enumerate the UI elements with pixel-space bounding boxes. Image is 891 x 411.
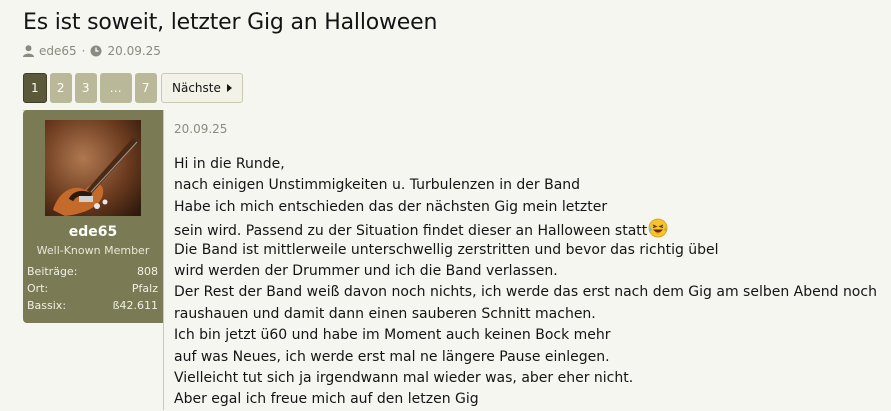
user-avatar[interactable] [45, 120, 141, 216]
page-button-7[interactable]: 7 [134, 73, 157, 103]
stat-label: Ort: [27, 282, 49, 295]
stat-label: Beiträge: [27, 265, 78, 278]
next-page-label: Nächste [172, 81, 221, 95]
thread-date-link[interactable]: 20.09.25 [107, 44, 160, 58]
next-page-button[interactable]: Nächste [161, 73, 243, 103]
user-title: Well-Known Member [36, 244, 150, 257]
caret-right-icon [226, 81, 232, 95]
thread-author-link[interactable]: ede65 [39, 44, 77, 58]
post-body: Hi in die Runde, nach einigen Unstimmigk… [174, 154, 877, 411]
post-line-text: sein wird. Passend zu der Situation find… [174, 223, 648, 240]
user-stat-bassix: Bassix: ß42.611 [27, 299, 158, 312]
user-name-link[interactable]: ede65 [23, 224, 163, 240]
post-line: Der Rest der Band weiß davon noch nichts… [174, 284, 877, 301]
post-line: Ich bin jetzt ü60 und habe im Moment auc… [174, 327, 611, 344]
stat-value[interactable]: 808 [137, 265, 158, 278]
thread-title: Es ist soweit, letzter Gig an Halloween [23, 10, 438, 35]
user-stat-location: Ort: Pfalz [27, 282, 158, 295]
thread-meta: ede65 · 20.09.25 [23, 44, 161, 58]
stat-value: ß42.611 [112, 299, 158, 312]
stat-label: Bassix: [27, 299, 67, 312]
post-line: Vielleicht tut sich ja irgendwann mal wi… [174, 369, 634, 386]
user-panel: ede65 Well-Known Member Beiträge: 808 Or… [23, 110, 163, 323]
post-line: Aber egal ich freue mich auf den letzen … [174, 391, 479, 408]
post-line: Habe ich mich entschieden das der nächst… [174, 198, 608, 215]
stat-value[interactable]: Pfalz [132, 282, 158, 295]
post-line: wird werden der Drummer und ich die Band… [174, 262, 558, 279]
user-icon [23, 45, 34, 57]
post-line: nach einigen Unstimmigkeiten u. Turbulen… [174, 177, 581, 194]
page-jump-button[interactable]: … [99, 73, 132, 103]
page-button-3[interactable]: 3 [74, 73, 97, 103]
clock-icon [90, 45, 102, 57]
page-button-1[interactable]: 1 [23, 73, 47, 103]
post-line-with-emoji: sein wird. Passend zu der Situation find… [174, 218, 877, 239]
page-button-2[interactable]: 2 [49, 73, 72, 103]
pagination: 1 2 3 … 7 [23, 73, 157, 103]
user-stat-posts: Beiträge: 808 [27, 265, 158, 278]
post-line: raushauen und damit dann einen sauberen … [174, 305, 596, 322]
post-line: auf was Neues, ich werde erst mal ne län… [174, 348, 610, 365]
post-line: Die Band ist mittlerweile unterschwellig… [174, 241, 719, 258]
post-content: 20.09.25 Hi in die Runde, nach einigen U… [163, 110, 891, 410]
post-date-link[interactable]: 20.09.25 [174, 122, 227, 136]
meta-separator: · [81, 44, 86, 58]
post-line: Hi in die Runde, [174, 156, 285, 172]
